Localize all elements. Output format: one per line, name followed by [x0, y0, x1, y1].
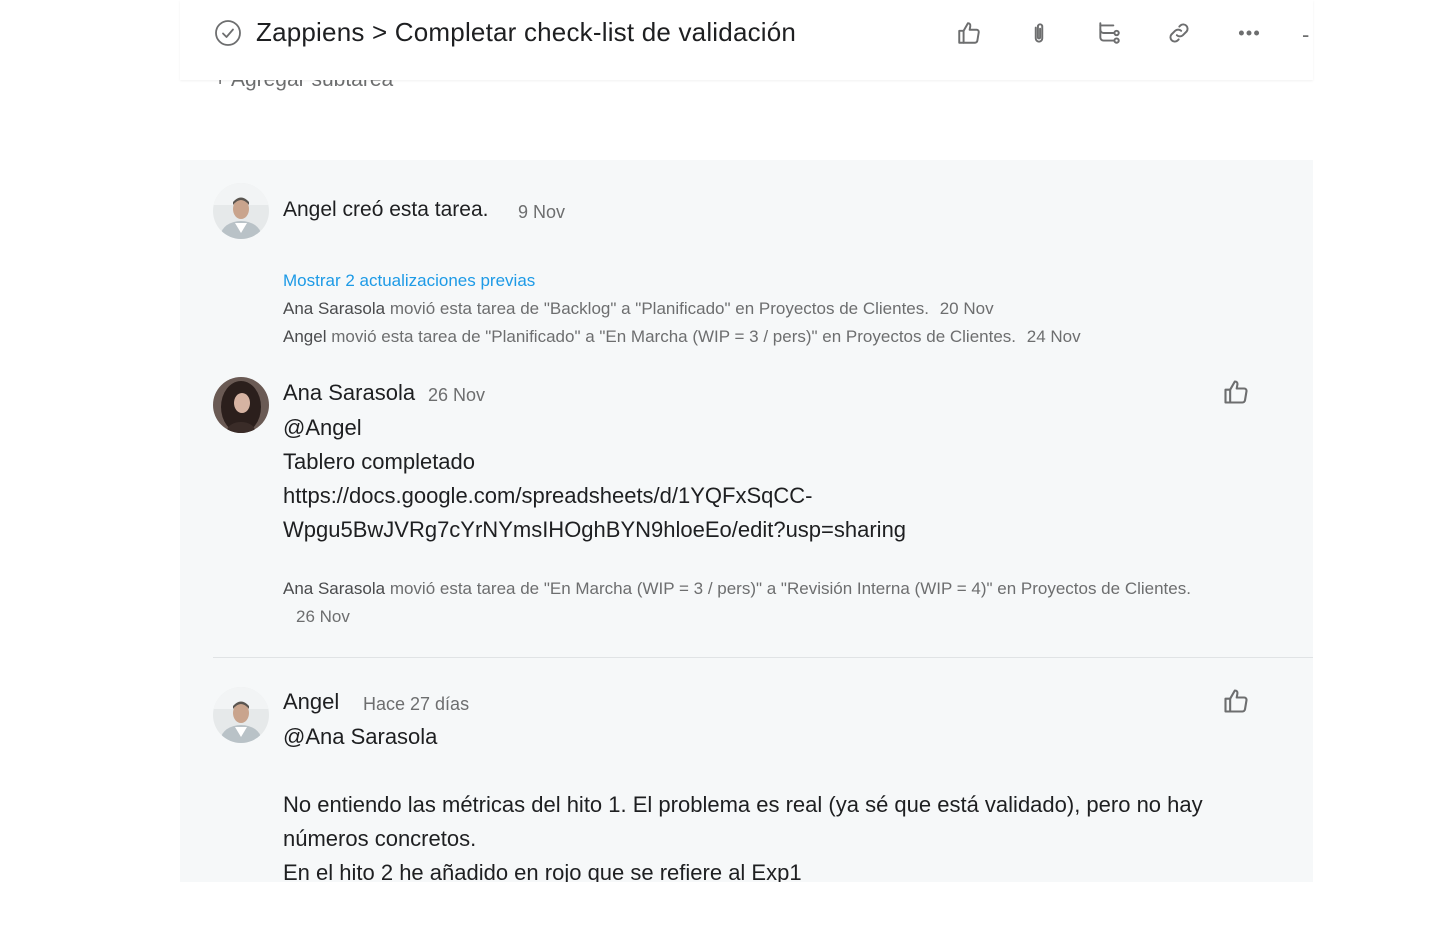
story-row: Ana Sarasola movió esta tarea de "En Mar… [283, 579, 1191, 599]
comment-like-button[interactable] [1222, 687, 1250, 715]
comment-author[interactable]: Angel [283, 689, 339, 715]
more-icon [1238, 30, 1260, 36]
more-actions-button[interactable] [1234, 16, 1264, 50]
comment-text: Tablero completado [283, 449, 476, 474]
comment-author[interactable]: Ana Sarasola [283, 380, 415, 406]
thumbs-up-icon [958, 22, 980, 44]
attachment-button[interactable] [1024, 16, 1054, 50]
comment-date[interactable]: Hace 27 días [363, 694, 469, 715]
avatar-ana-sarasola[interactable] [213, 377, 269, 433]
story-row: Ana Sarasola movió esta tarea de "Backlo… [283, 299, 994, 319]
task-toolbar [954, 16, 1264, 50]
story-text: movió esta tarea de "En Marcha (WIP = 3 … [389, 579, 1191, 598]
mention-link[interactable]: @Ana Sarasola [283, 724, 437, 750]
mention-link[interactable]: @Angel [283, 415, 362, 441]
title-group: Zappiens > Completar check-list de valid… [214, 17, 796, 48]
story-author[interactable]: Angel [283, 327, 326, 346]
avatar-angel[interactable] [213, 183, 269, 239]
divider [213, 657, 1313, 658]
story-author[interactable]: Ana Sarasola [283, 579, 385, 598]
story-date: 24 Nov [1026, 327, 1081, 346]
thumbs-up-icon [1224, 689, 1248, 713]
subtask-button[interactable] [1094, 16, 1124, 50]
thumbs-up-icon [1224, 380, 1248, 404]
story-date: 26 Nov [296, 607, 350, 626]
complete-check-icon[interactable] [214, 19, 242, 47]
comment-text-line: números concretos. [283, 826, 477, 851]
story-author[interactable]: Ana Sarasola [283, 299, 385, 318]
close-pane-button[interactable]: - [1302, 22, 1309, 48]
story-text: movió esta tarea de "Backlog" a "Planifi… [389, 299, 929, 318]
task-header: Zappiens > Completar check-list de valid… [180, 0, 1313, 80]
creation-date: 9 Nov [518, 202, 566, 222]
spreadsheet-link-line2[interactable]: Wpgu5BwJVRg7cYrNYmsIHOghBYN9hloeEo/edit?… [283, 517, 906, 543]
comment-date[interactable]: 26 Nov [428, 385, 485, 406]
creation-text: Angel creó esta tarea. [283, 198, 489, 221]
subtask-icon [1099, 22, 1120, 44]
avatar-angel[interactable] [213, 687, 269, 743]
link-icon [1169, 23, 1189, 43]
comment-text-line: No entiendo las métricas del hito 1. El … [283, 792, 1203, 817]
like-button[interactable] [954, 16, 984, 50]
comment-text-line: En el hito 2 he añadido en rojo que se r… [283, 860, 802, 882]
paperclip-icon [1034, 23, 1044, 43]
story-text: movió esta tarea de "Planificado" a "En … [331, 327, 1017, 346]
story-row: Angel movió esta tarea de "Planificado" … [283, 327, 1081, 347]
story-date: 20 Nov [939, 299, 994, 318]
activity-feed: Angel creó esta tarea. 9 Nov Mostrar 2 a… [180, 160, 1313, 882]
spreadsheet-link-line1[interactable]: https://docs.google.com/spreadsheets/d/1… [283, 483, 812, 509]
show-previous-updates-link[interactable]: Mostrar 2 actualizaciones previas [283, 271, 535, 291]
copy-link-button[interactable] [1164, 16, 1194, 50]
comment-like-button[interactable] [1222, 378, 1250, 406]
task-title[interactable]: Zappiens > Completar check-list de valid… [256, 17, 796, 48]
